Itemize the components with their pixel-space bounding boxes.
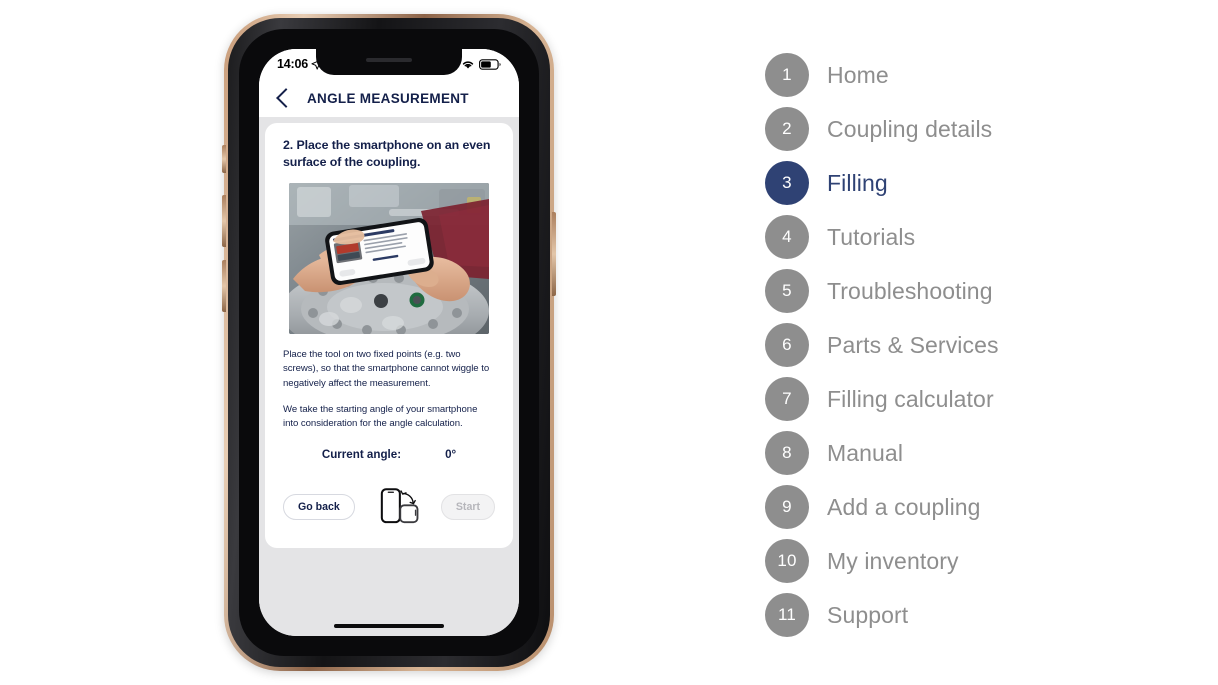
instruction-step-title: 2. Place the smartphone on an even surfa… [283, 138, 491, 169]
step-number-badge: 4 [765, 215, 809, 259]
step-label: Support [827, 601, 909, 628]
step-item-filling-calculator[interactable]: 7 Filling calculator [765, 372, 1185, 426]
step-label: My inventory [827, 547, 959, 574]
instruction-paragraph-1: Place the tool on two fixed points (e.g.… [283, 348, 490, 389]
step-item-add-a-coupling[interactable]: 9 Add a coupling [765, 480, 1185, 534]
app-nav-header: ANGLE MEASUREMENT [259, 79, 519, 117]
coupling-photo-illustration [289, 182, 489, 334]
phone-mute-switch[interactable] [222, 145, 226, 173]
step-label: Manual [827, 439, 904, 466]
phone-mockup: 14:06 ANGLE MEASUREMENT 2. Place the sma… [222, 14, 556, 671]
phone-outer-frame: 14:06 ANGLE MEASUREMENT 2. Place the sma… [222, 14, 556, 671]
chevron-left-icon[interactable] [276, 88, 296, 108]
step-item-filling[interactable]: 3 Filling [765, 156, 1185, 210]
instruction-photo [289, 182, 489, 334]
app-content-area: 2. Place the smartphone on an even surfa… [259, 117, 519, 636]
phone-volume-down-button[interactable] [222, 260, 226, 312]
phone-bezel: 14:06 ANGLE MEASUREMENT 2. Place the sma… [239, 29, 539, 656]
step-label: Filling calculator [827, 385, 994, 412]
current-angle-row: Current angle: 0° [283, 448, 495, 461]
step-number-badge: 2 [765, 107, 809, 151]
step-number-badge: 5 [765, 269, 809, 313]
step-number-badge: 1 [765, 53, 809, 97]
step-item-support[interactable]: 11 Support [765, 588, 1185, 642]
step-item-home[interactable]: 1 Home [765, 48, 1185, 102]
go-back-button[interactable]: Go back [283, 493, 355, 520]
current-angle-label: Current angle: [321, 447, 402, 461]
step-label: Coupling details [827, 115, 993, 142]
wifi-icon [462, 60, 474, 69]
step-label: Parts & Services [827, 331, 999, 358]
step-number-badge: 11 [765, 593, 809, 637]
step-number-badge: 3 [765, 161, 809, 205]
step-number-badge: 9 [765, 485, 809, 529]
step-item-troubleshooting[interactable]: 5 Troubleshooting [765, 264, 1185, 318]
step-number-badge: 8 [765, 431, 809, 475]
step-label: Home [827, 61, 889, 88]
step-item-tutorials[interactable]: 4 Tutorials [765, 210, 1185, 264]
steps-navigation-list: 1 Home 2 Coupling details 3 Filling 4 Tutorials… [765, 48, 1185, 642]
status-time-text: 14:06 [277, 57, 308, 71]
step-item-my-inventory[interactable]: 10 My inventory [765, 534, 1185, 588]
instruction-paragraph-2: We take the starting angle of your smart… [283, 403, 478, 430]
step-item-parts-services[interactable]: 6 Parts & Services [765, 318, 1185, 372]
home-indicator[interactable] [334, 623, 444, 628]
step-item-manual[interactable]: 8 Manual [765, 426, 1185, 480]
earpiece-speaker-icon [366, 58, 412, 62]
phone-metal-band: 14:06 ANGLE MEASUREMENT 2. Place the sma… [228, 18, 550, 667]
phone-notch [316, 49, 462, 75]
step-number-badge: 6 [765, 323, 809, 367]
step-number-badge: 7 [765, 377, 809, 421]
phone-rotate-icon [381, 488, 419, 524]
card-action-bar: Go back Start [283, 483, 495, 530]
step-number-badge: 10 [765, 539, 809, 583]
phone-screen: 14:06 ANGLE MEASUREMENT 2. Place the sma… [259, 49, 519, 636]
step-label: Add a coupling [827, 493, 981, 520]
step-label: Tutorials [827, 223, 916, 250]
battery-icon [479, 58, 501, 70]
start-button[interactable]: Start [440, 493, 495, 520]
phone-power-button[interactable] [552, 212, 556, 296]
phone-volume-up-button[interactable] [222, 195, 226, 247]
page-title: ANGLE MEASUREMENT [307, 90, 469, 106]
step-item-coupling-details[interactable]: 2 Coupling details [765, 102, 1185, 156]
instruction-card: 2. Place the smartphone on an even surfa… [265, 123, 513, 548]
step-label: Troubleshooting [827, 277, 993, 304]
step-label: Filling [827, 169, 888, 196]
current-angle-value: 0° [445, 447, 457, 461]
